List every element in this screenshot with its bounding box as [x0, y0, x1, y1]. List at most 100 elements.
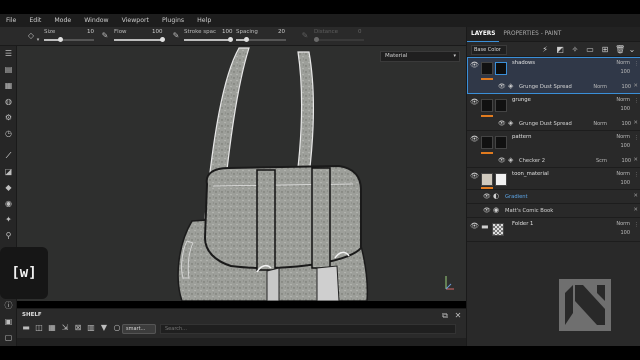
tab-properties-paint[interactable]: PROPERTIES - PAINT: [499, 27, 565, 42]
menu-file[interactable]: File: [6, 17, 16, 24]
layer-sub-effect[interactable]: 👁 ◈ Grunge Dust Spread Norm 100 ✕: [467, 117, 640, 131]
shelf-filter-tag[interactable]: smart...: [122, 324, 156, 334]
effect-blend[interactable]: Scrn: [596, 158, 607, 164]
layer-opacity[interactable]: 100: [620, 230, 630, 236]
effect-blend[interactable]: Norm: [593, 84, 607, 90]
settings-icon[interactable]: ⚙: [3, 112, 14, 123]
visibility-eye-icon[interactable]: 👁: [470, 222, 479, 230]
group-icon[interactable]: ▭: [585, 45, 595, 55]
pin-icon[interactable]: ⧉: [440, 311, 450, 321]
stroke-spacing-value[interactable]: 100: [222, 29, 233, 35]
plugin-icon[interactable]: ▢: [3, 332, 14, 343]
more-icon[interactable]: ⋮: [634, 222, 639, 228]
chevron-down-icon[interactable]: ⌄: [627, 45, 637, 55]
3d-viewport[interactable]: Material ▾: [17, 46, 466, 301]
circle-icon[interactable]: ○: [112, 323, 122, 333]
eraser-icon[interactable]: ◪: [3, 166, 14, 177]
layer-grunge[interactable]: 👁 grunge Norm 100 ⋮ 👁 ◈ Grunge Dust Spre…: [467, 94, 640, 131]
tab-layers[interactable]: LAYERS: [467, 27, 500, 42]
filter-icon[interactable]: ▼: [99, 323, 109, 333]
menu-help[interactable]: Help: [197, 17, 211, 24]
effect-opacity[interactable]: 100: [621, 121, 631, 127]
channel-select[interactable]: Base Color: [471, 45, 507, 55]
shelf-search-input[interactable]: Search...: [160, 324, 456, 334]
script-icon[interactable]: ▣: [3, 316, 14, 327]
mask-thumbnail[interactable]: [495, 62, 507, 75]
delete-layer-icon[interactable]: 🗑: [615, 45, 625, 55]
stroke-spacing-slider[interactable]: [184, 37, 233, 42]
layer-pattern[interactable]: 👁 pattern Norm 100 ⋮ 👁 ◈ Checker 2 Scrn …: [467, 131, 640, 168]
new-layer-icon[interactable]: ⊞: [600, 45, 610, 55]
effect-comic-book[interactable]: 👁 ◉ Matt's Comic Book ✕: [467, 204, 640, 218]
menu-viewport[interactable]: Viewport: [122, 17, 149, 24]
menu-window[interactable]: Window: [84, 17, 108, 24]
layer-opacity[interactable]: 100: [620, 106, 630, 112]
pen-pressure-icon[interactable]: ✎: [100, 31, 110, 41]
visibility-eye-icon[interactable]: 👁: [470, 98, 479, 106]
mask-thumbnail[interactable]: [495, 173, 507, 186]
layer-blend[interactable]: Norm: [616, 171, 630, 177]
layer-toon-material[interactable]: 👁 toon_material Norm 100 ⋮: [467, 168, 640, 190]
layer-folder-1[interactable]: 👁 ▬ Folder 1 Norm 100 ⋮: [467, 218, 640, 242]
fill-icon[interactable]: ◆: [3, 182, 14, 193]
more-icon[interactable]: ⋮: [634, 172, 639, 178]
visibility-eye-icon[interactable]: 👁: [470, 135, 479, 143]
mask-thumbnail[interactable]: [495, 136, 507, 149]
layer-shadows[interactable]: 👁 shadows Norm 100 ⋮ 👁 ◈ Grunge Dust Spr…: [467, 57, 640, 94]
chevron-down-icon[interactable]: ▾: [33, 35, 43, 45]
flow-slider[interactable]: [114, 37, 165, 42]
smudge-icon[interactable]: ◉: [3, 198, 14, 209]
clone-icon[interactable]: ✦: [3, 214, 14, 225]
layer-blend[interactable]: Norm: [616, 60, 630, 66]
effect-opacity[interactable]: 100: [621, 158, 631, 164]
picker-icon[interactable]: ⚲: [3, 230, 14, 241]
layer-blend[interactable]: Norm: [616, 221, 630, 227]
menu-mode[interactable]: Mode: [54, 17, 71, 24]
more-icon[interactable]: ⋮: [634, 98, 639, 104]
pen-pressure-icon[interactable]: ✎: [171, 31, 181, 41]
distance-slider[interactable]: [314, 37, 364, 42]
shelf-tab-strip[interactable]: [17, 338, 466, 346]
flow-value[interactable]: 100: [152, 29, 163, 35]
close-icon[interactable]: ✕: [633, 157, 638, 163]
layer-sub-effect[interactable]: 👁 ◈ Grunge Dust Spread Norm 100 ✕: [467, 80, 640, 94]
visibility-eye-icon[interactable]: 👁: [483, 193, 491, 200]
close-icon[interactable]: ✕: [453, 311, 463, 321]
effect-opacity[interactable]: 100: [621, 84, 631, 90]
more-icon[interactable]: ⋮: [634, 61, 639, 67]
import-icon[interactable]: ⇲: [60, 323, 70, 333]
texture-icon[interactable]: ▦: [3, 80, 14, 91]
effect-gradient[interactable]: 👁 ◐ Gradient ✕: [467, 190, 640, 204]
visibility-eye-icon[interactable]: 👁: [470, 172, 479, 180]
pen-pressure-icon[interactable]: ✎: [300, 31, 310, 41]
add-mask-icon[interactable]: ◩: [555, 45, 565, 55]
grid-icon[interactable]: ▦: [47, 323, 57, 333]
history-icon[interactable]: ◷: [3, 128, 14, 139]
close-icon[interactable]: ✕: [633, 83, 638, 89]
menu-icon[interactable]: ☰: [3, 48, 14, 59]
layer-sub-effect[interactable]: 👁 ◈ Checker 2 Scrn 100 ✕: [467, 154, 640, 168]
info-icon[interactable]: ⓘ: [3, 300, 14, 311]
viewport-mode-dropdown[interactable]: Material ▾: [380, 51, 460, 62]
folder-icon[interactable]: ▬: [21, 323, 31, 333]
close-icon[interactable]: ✕: [633, 207, 638, 213]
layer-opacity[interactable]: 100: [620, 69, 630, 75]
layers-icon[interactable]: ▤: [3, 64, 14, 75]
spacing-slider[interactable]: [236, 37, 286, 42]
add-effect-icon[interactable]: ✧: [570, 45, 580, 55]
new-item-icon[interactable]: ◫: [34, 323, 44, 333]
delete-icon[interactable]: ⊠: [73, 323, 83, 333]
mask-thumbnail[interactable]: [495, 99, 507, 112]
close-icon[interactable]: ✕: [633, 120, 638, 126]
visibility-eye-icon[interactable]: 👁: [470, 61, 479, 69]
spacing-value[interactable]: 20: [278, 29, 285, 35]
visibility-eye-icon[interactable]: 👁: [498, 157, 506, 164]
wand-icon[interactable]: ⚡: [540, 45, 550, 55]
visibility-eye-icon[interactable]: 👁: [498, 120, 506, 127]
effect-blend[interactable]: Norm: [593, 121, 607, 127]
distance-value[interactable]: 0: [358, 29, 362, 35]
visibility-eye-icon[interactable]: 👁: [483, 207, 491, 214]
trash-icon[interactable]: ▥: [86, 323, 96, 333]
size-value[interactable]: 10: [87, 29, 94, 35]
menu-edit[interactable]: Edit: [29, 17, 41, 24]
